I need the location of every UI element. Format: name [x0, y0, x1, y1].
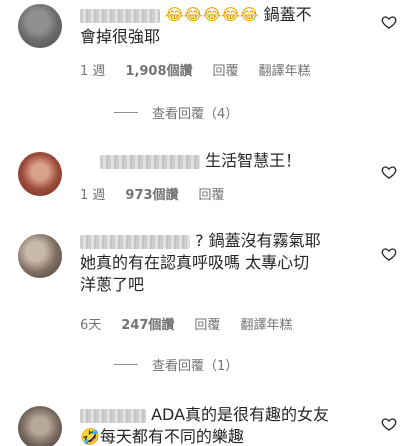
view-replies-label: 查看回覆（4） — [152, 107, 239, 122]
divider-line — [114, 364, 138, 365]
comment-time: 1 週 — [80, 64, 106, 79]
laughing-emoji-icon: 😂😂😂😂😂 — [165, 5, 259, 24]
avatar[interactable] — [18, 152, 62, 196]
like-count[interactable]: 973個讚 — [125, 184, 178, 203]
comment-body-cont: 會掉很強耶 — [80, 27, 161, 46]
like-heart-icon[interactable] — [381, 416, 397, 432]
comment-body-cont: 洋蔥了吧 — [80, 275, 145, 294]
view-replies-label: 查看回覆（1） — [152, 359, 239, 374]
view-replies-button[interactable]: 查看回覆（1） — [114, 355, 238, 374]
comment-body: ? 鍋蓋沒有霧氣耶 — [195, 231, 321, 250]
rofl-emoji-icon: 🤣 — [80, 427, 100, 446]
username-redacted[interactable] — [80, 234, 190, 249]
comment-meta: 1 週 973個讚 回覆 — [80, 184, 225, 203]
comment-text: 生活智慧王！ — [100, 150, 390, 172]
comment-body: 鍋蓋不 — [263, 5, 312, 24]
comment-text: ADA真的是很有趣的女友 🤣每天都有不同的樂趣 — [80, 404, 390, 446]
comment-meta: 6天 247個讚 回覆 翻譯年糕 — [80, 314, 292, 333]
comment-body: 生活智慧王！ — [205, 151, 302, 170]
comment-meta: 1 週 1,908個讚 回覆 翻譯年糕 — [80, 60, 311, 79]
like-heart-icon[interactable] — [381, 246, 397, 262]
comment-item: ADA真的是很有趣的女友 🤣每天都有不同的樂趣 — [0, 392, 411, 446]
comment-item: 😂😂😂😂😂 鍋蓋不 會掉很強耶 1 週 1,908個讚 回覆 翻譯年糕 — [0, 0, 411, 100]
comment-time: 1 週 — [80, 188, 106, 203]
comment-item: 生活智慧王！ 1 週 973個讚 回覆 — [0, 140, 411, 220]
comment-text: ? 鍋蓋沒有霧氣耶 她真的有在認真呼吸嗎 太專心切 洋蔥了吧 — [80, 230, 390, 296]
username-redacted[interactable] — [100, 154, 200, 169]
comment-body-cont: 她真的有在認真呼吸嗎 太專心切 — [80, 253, 310, 272]
view-replies-button[interactable]: 查看回覆（4） — [114, 103, 238, 122]
divider-line — [114, 112, 138, 113]
like-heart-icon[interactable] — [381, 164, 397, 180]
translate-button[interactable]: 翻譯年糕 — [259, 60, 311, 79]
like-count[interactable]: 247個讚 — [121, 314, 174, 333]
like-heart-icon[interactable] — [381, 14, 397, 30]
comment-body: ADA真的是很有趣的女友 — [151, 405, 330, 424]
reply-button[interactable]: 回覆 — [213, 60, 239, 79]
reply-button[interactable]: 回覆 — [194, 314, 220, 333]
avatar[interactable] — [18, 234, 62, 278]
avatar[interactable] — [18, 4, 62, 48]
comment-body-cont: 每天都有不同的樂趣 — [99, 427, 244, 446]
comment-item: ? 鍋蓋沒有霧氣耶 她真的有在認真呼吸嗎 太專心切 洋蔥了吧 6天 247個讚 … — [0, 226, 411, 346]
username-redacted[interactable] — [80, 408, 146, 423]
like-count[interactable]: 1,908個讚 — [125, 60, 192, 79]
comment-time: 6天 — [80, 318, 102, 333]
avatar[interactable] — [18, 406, 62, 446]
reply-button[interactable]: 回覆 — [199, 184, 225, 203]
comment-text: 😂😂😂😂😂 鍋蓋不 會掉很強耶 — [80, 4, 380, 48]
username-redacted[interactable] — [80, 8, 160, 23]
translate-button[interactable]: 翻譯年糕 — [240, 314, 292, 333]
